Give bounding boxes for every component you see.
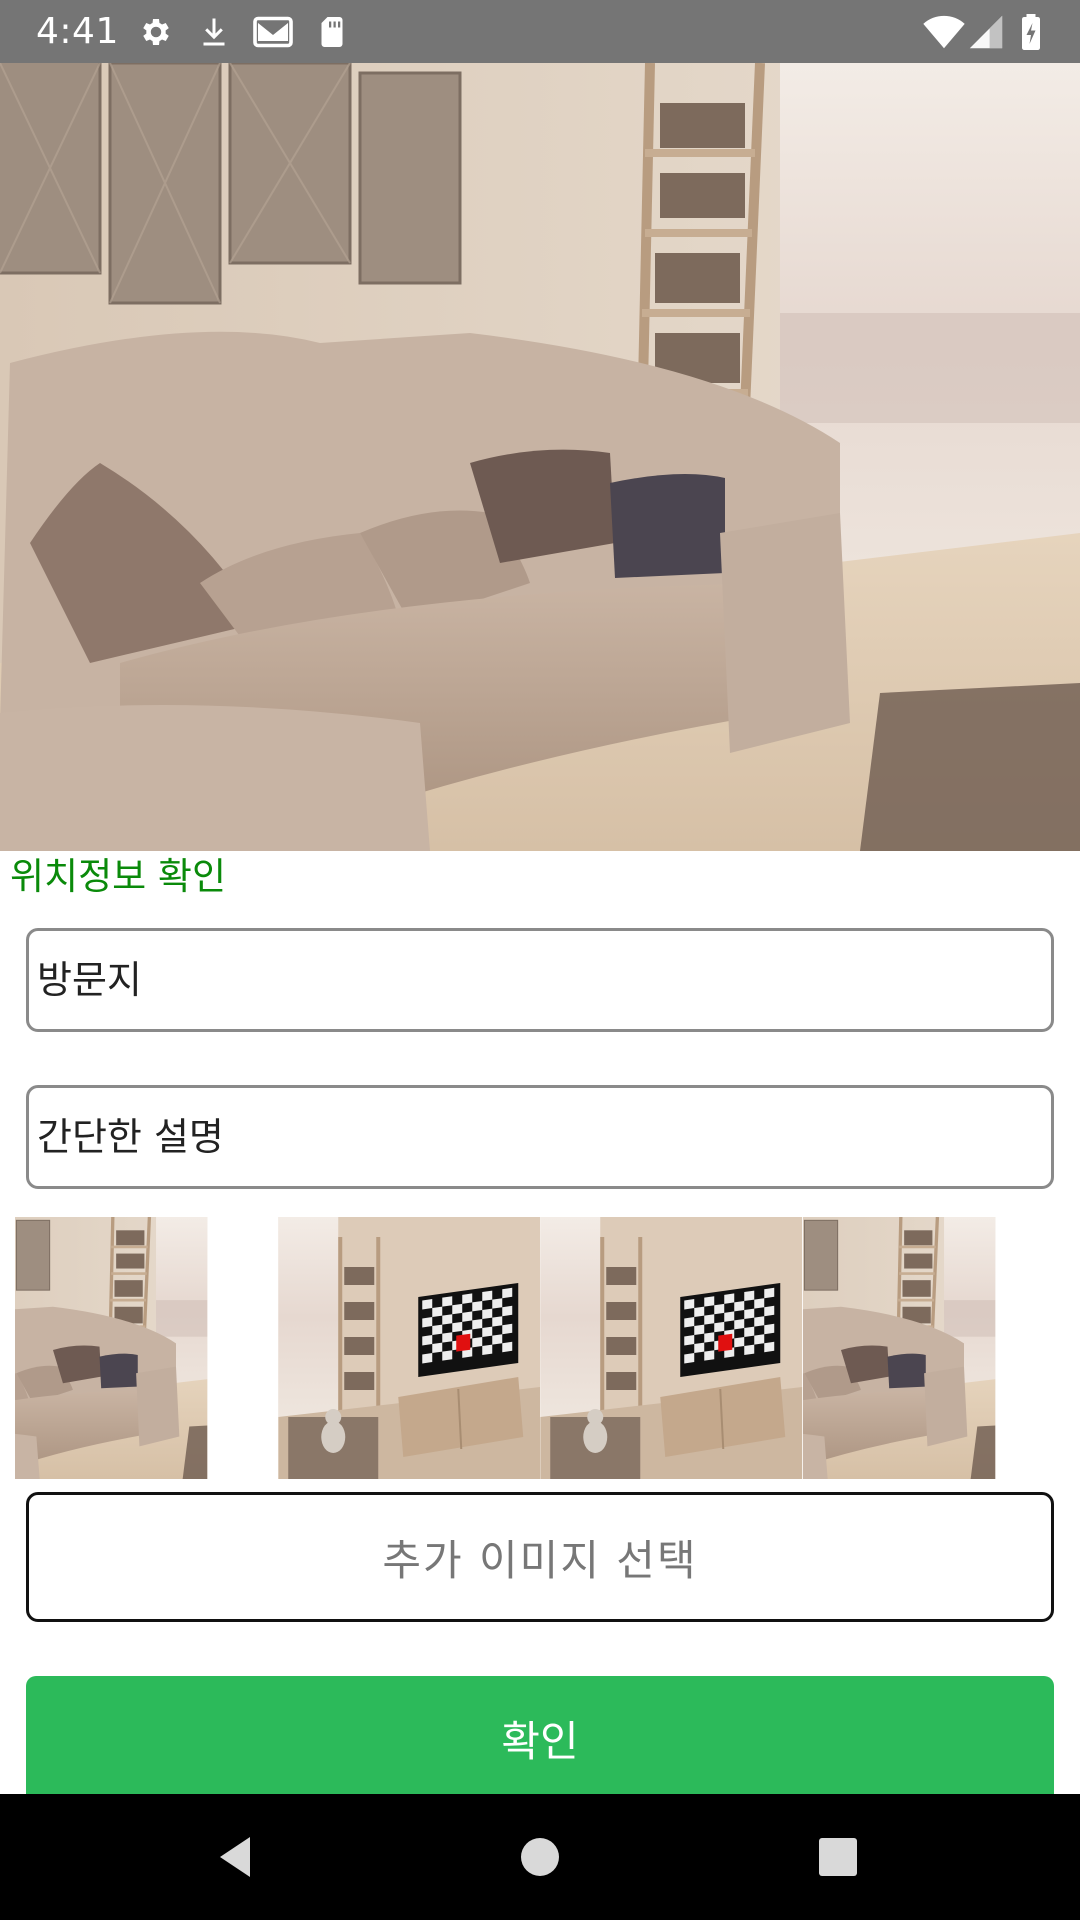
status-time: 4:41	[36, 11, 119, 52]
visit-place-field[interactable]	[26, 928, 1054, 1032]
back-icon[interactable]	[208, 1827, 268, 1887]
sd-card-icon	[321, 17, 343, 47]
living-room-sofa-photo	[802, 1217, 1044, 1479]
living-room-sofa-photo	[15, 1217, 256, 1479]
add-image-button[interactable]: 추가 이미지 선택	[26, 1492, 1054, 1622]
gmail-icon	[253, 16, 293, 48]
hero-image	[0, 63, 1080, 851]
wifi-icon	[923, 15, 965, 49]
navigation-bar	[0, 1794, 1080, 1920]
recents-icon[interactable]	[808, 1827, 868, 1887]
living-room-tv-photo	[540, 1217, 803, 1479]
thumbnail-4[interactable]	[802, 1217, 1066, 1479]
living-room-sofa-photo	[0, 63, 1080, 851]
location-check-link[interactable]: 위치정보 확인	[10, 852, 226, 902]
home-icon[interactable]	[510, 1827, 570, 1887]
signal-icon	[969, 15, 1003, 49]
gear-icon	[143, 18, 169, 46]
confirm-button[interactable]: 확인	[26, 1676, 1054, 1800]
thumbnail-2[interactable]	[277, 1217, 541, 1479]
thumbnail-strip	[15, 1217, 1065, 1479]
status-bar: 4:41	[0, 0, 1080, 63]
thumbnail-1[interactable]	[15, 1217, 278, 1479]
description-field[interactable]	[26, 1085, 1054, 1189]
thumbnail-3[interactable]	[540, 1217, 803, 1479]
download-icon	[203, 18, 225, 46]
battery-icon	[1022, 14, 1040, 50]
living-room-tv-photo	[277, 1217, 540, 1479]
